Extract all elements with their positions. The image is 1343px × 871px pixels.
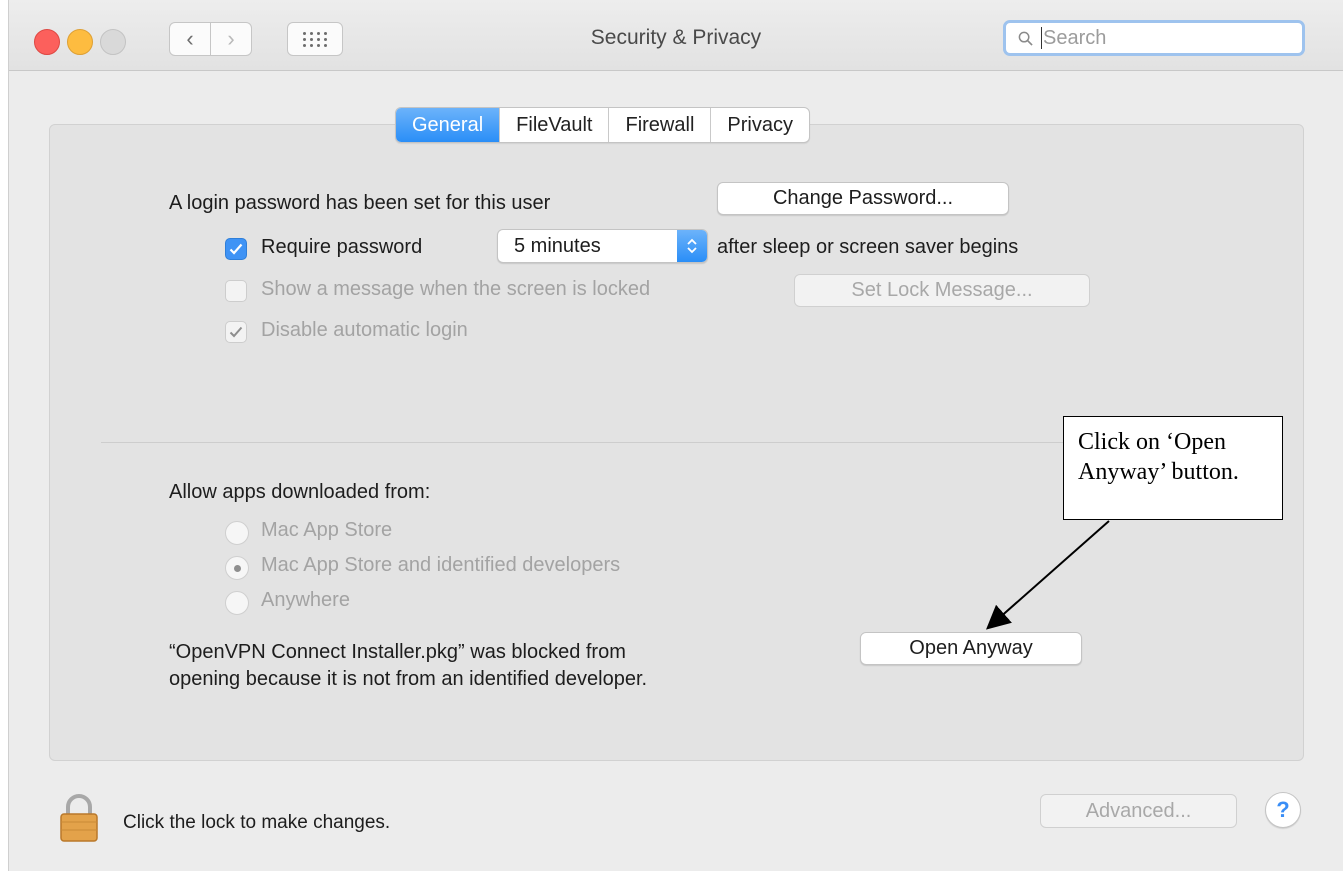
password-delay-value: 5 minutes <box>514 234 601 257</box>
show-message-checkbox[interactable] <box>225 280 247 302</box>
search-field[interactable]: Search <box>1003 20 1305 56</box>
title-bar: ‹ › Security & Privacy Search <box>9 0 1343 71</box>
blocked-message-line2: opening because it is not from an identi… <box>169 668 648 690</box>
after-sleep-text: after sleep or screen saver begins <box>717 236 1019 258</box>
radio-mac-app-store-label: Mac App Store <box>261 519 393 541</box>
show-message-label: Show a message when the screen is locked <box>261 278 651 300</box>
callout-line1: Click on ‘Open <box>1078 429 1226 455</box>
lock-icon[interactable] <box>59 793 99 843</box>
checkmark-icon <box>229 243 243 255</box>
password-set-text: A login password has been set for this u… <box>169 192 551 214</box>
open-anyway-button[interactable]: Open Anyway <box>860 632 1082 665</box>
disable-auto-login-label: Disable automatic login <box>261 319 468 341</box>
set-lock-message-button[interactable]: Set Lock Message... <box>794 274 1090 307</box>
radio-identified-developers-label: Mac App Store and identified developers <box>261 554 621 576</box>
radio-mac-app-store[interactable] <box>225 521 249 545</box>
help-button[interactable]: ? <box>1265 792 1301 828</box>
radio-selected-dot <box>233 564 241 572</box>
tab-firewall[interactable]: Firewall <box>608 108 710 142</box>
radio-anywhere[interactable] <box>225 591 249 615</box>
require-password-checkbox[interactable] <box>225 238 247 260</box>
preferences-window: ‹ › Security & Privacy Search General Fi… <box>8 0 1343 871</box>
checkmark-icon <box>229 326 243 338</box>
radio-anywhere-label: Anywhere <box>261 589 350 611</box>
blocked-message-line1: “OpenVPN Connect Installer.pkg” was bloc… <box>169 641 626 663</box>
text-cursor <box>1041 27 1042 49</box>
radio-identified-developers[interactable] <box>225 556 249 580</box>
password-delay-select[interactable]: 5 minutes <box>497 229 708 263</box>
lock-hint-text: Click the lock to make changes. <box>123 812 391 833</box>
tab-general[interactable]: General <box>396 108 500 142</box>
search-placeholder: Search <box>1043 26 1107 49</box>
advanced-button[interactable]: Advanced... <box>1040 794 1237 828</box>
updown-chevron-icon <box>677 230 707 262</box>
search-icon <box>1018 31 1033 46</box>
help-icon: ? <box>1276 797 1290 822</box>
tab-filevault[interactable]: FileVault <box>499 108 608 142</box>
callout-line2: Anyway’ button. <box>1078 459 1239 485</box>
change-password-button[interactable]: Change Password... <box>717 182 1009 215</box>
require-password-label: Require password <box>261 236 423 258</box>
tab-privacy[interactable]: Privacy <box>710 108 809 142</box>
tab-bar: General FileVault Firewall Privacy <box>395 107 810 143</box>
allow-apps-heading: Allow apps downloaded from: <box>169 481 431 503</box>
disable-auto-login-checkbox[interactable] <box>225 321 247 343</box>
instruction-callout: Click on ‘Open Anyway’ button. <box>1063 416 1283 520</box>
